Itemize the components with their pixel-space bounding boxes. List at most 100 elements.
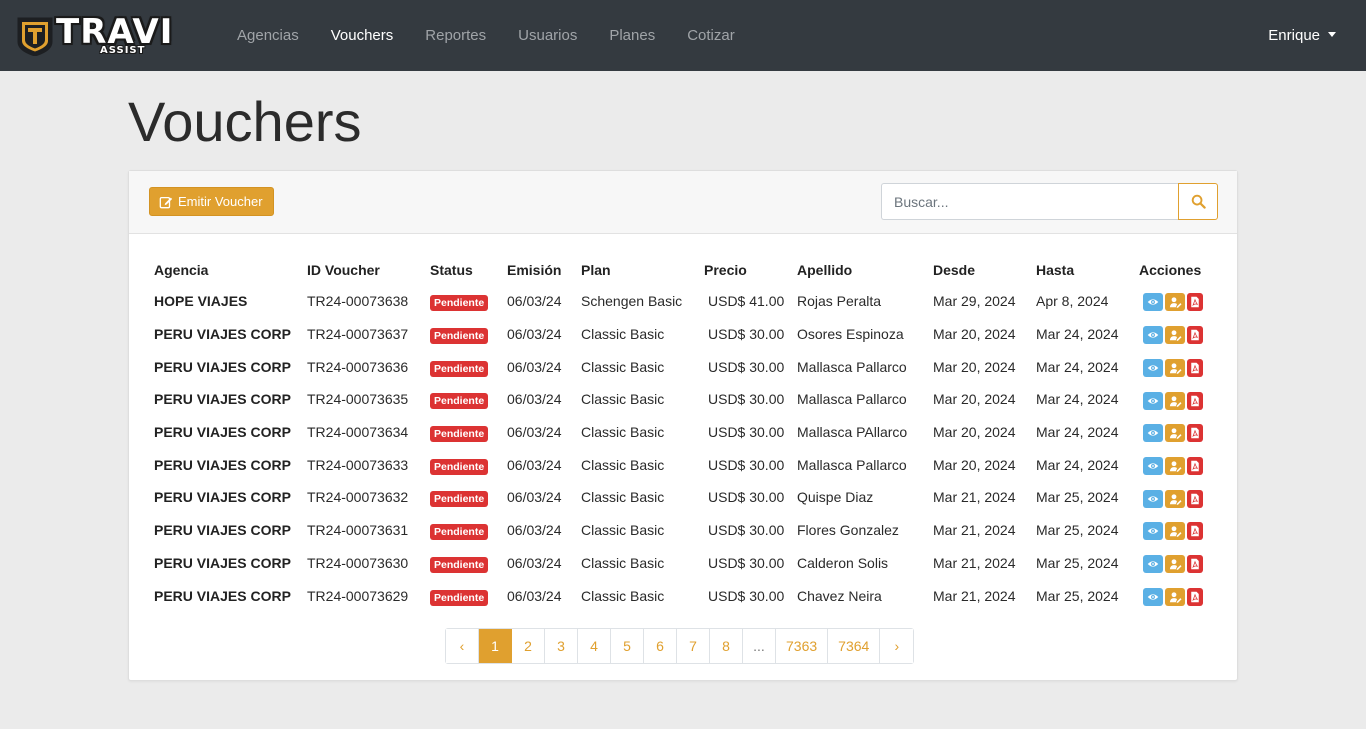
- view-voucher-button[interactable]: [1143, 391, 1163, 410]
- edit-passenger-button[interactable]: [1165, 456, 1185, 475]
- view-voucher-button[interactable]: [1143, 456, 1163, 475]
- cell-desde: Mar 20, 2024: [933, 456, 1016, 473]
- pagination-prev-button[interactable]: ‹: [446, 629, 479, 663]
- pdf-icon: [1187, 329, 1203, 341]
- search-input[interactable]: [881, 183, 1178, 220]
- download-pdf-button[interactable]: [1187, 424, 1203, 443]
- nav-vouchers[interactable]: Vouchers: [315, 27, 410, 44]
- edit-passenger-button[interactable]: [1165, 293, 1185, 312]
- pdf-icon: [1187, 460, 1203, 472]
- download-pdf-button[interactable]: [1187, 293, 1203, 312]
- nav-agencias[interactable]: Agencias: [221, 27, 315, 44]
- pagination-page[interactable]: 4: [578, 629, 611, 663]
- pagination-page[interactable]: 3: [545, 629, 578, 663]
- edit-passenger-button[interactable]: [1165, 522, 1185, 541]
- travi-assist-logo[interactable]: TRAVI ASSIST: [16, 14, 172, 58]
- nav-usuarios[interactable]: Usuarios: [502, 27, 593, 44]
- status-badge: Pendiente: [430, 556, 489, 573]
- cell-agencia: PERU VIAJES CORP: [154, 587, 291, 604]
- edit-passenger-button[interactable]: [1165, 489, 1185, 508]
- table-row: PERU VIAJES CORP TR24-00073633 Pendiente 06…: [149, 448, 1224, 481]
- cell-desde: Mar 20, 2024: [933, 358, 1016, 375]
- eye-icon: [1143, 460, 1163, 472]
- view-voucher-button[interactable]: [1143, 522, 1163, 541]
- table-row: PERU VIAJES CORP TR24-00073630 Pendiente 06…: [149, 547, 1224, 580]
- pagination-page[interactable]: 6: [644, 629, 677, 663]
- pdf-icon: [1187, 427, 1203, 439]
- table-row: PERU VIAJES CORP TR24-00073637 Pendiente 06…: [149, 318, 1224, 351]
- user-edit-icon: [1165, 525, 1185, 538]
- eye-icon: [1143, 395, 1163, 407]
- table-row: PERU VIAJES CORP TR24-00073635 Pendiente 06…: [149, 383, 1224, 416]
- edit-passenger-button[interactable]: [1165, 391, 1185, 410]
- view-voucher-button[interactable]: [1143, 293, 1163, 312]
- download-pdf-button[interactable]: [1187, 358, 1203, 377]
- eye-icon: [1143, 558, 1163, 570]
- edit-passenger-button[interactable]: [1165, 587, 1185, 606]
- edit-passenger-button[interactable]: [1165, 358, 1185, 377]
- cell-id-voucher: TR24-00073635: [307, 391, 409, 408]
- cell-hasta: Mar 24, 2024: [1036, 358, 1119, 375]
- cell-acciones: [1134, 514, 1224, 547]
- pagination-page[interactable]: 2: [512, 629, 545, 663]
- search-button[interactable]: [1178, 183, 1218, 220]
- nav-planes[interactable]: Planes: [593, 27, 671, 44]
- cell-agencia: PERU VIAJES CORP: [154, 358, 291, 375]
- download-pdf-button[interactable]: [1187, 391, 1203, 410]
- cell-hasta: Mar 25, 2024: [1036, 587, 1119, 604]
- pagination-page[interactable]: 8: [710, 629, 743, 663]
- pagination-page[interactable]: 5: [611, 629, 644, 663]
- header-apellido: Apellido: [797, 262, 853, 278]
- table-row: PERU VIAJES CORP TR24-00073629 Pendiente 06…: [149, 579, 1224, 612]
- cell-acciones: [1134, 350, 1224, 383]
- emitir-voucher-button[interactable]: Emitir Voucher: [149, 187, 274, 216]
- eye-icon: [1143, 493, 1163, 505]
- edit-passenger-button[interactable]: [1165, 554, 1185, 573]
- user-menu-dropdown[interactable]: Enrique: [1268, 0, 1336, 71]
- view-voucher-button[interactable]: [1143, 489, 1163, 508]
- download-pdf-button[interactable]: [1187, 587, 1203, 606]
- view-voucher-button[interactable]: [1143, 554, 1163, 573]
- nav-reportes[interactable]: Reportes: [409, 27, 502, 44]
- cell-acciones: [1134, 579, 1224, 612]
- cell-apellido: Flores Gonzalez: [797, 522, 899, 539]
- cell-plan: Classic Basic: [581, 456, 665, 473]
- view-voucher-button[interactable]: [1143, 424, 1163, 443]
- edit-icon: [159, 196, 173, 208]
- header-id-voucher: ID Voucher: [307, 262, 380, 278]
- download-pdf-button[interactable]: [1187, 522, 1203, 541]
- cell-agencia: PERU VIAJES CORP: [154, 326, 291, 343]
- cell-precio: USD$ 30.00: [708, 587, 785, 604]
- cell-id-voucher: TR24-00073631: [307, 522, 409, 539]
- cell-emision: 06/03/24: [507, 326, 562, 343]
- pagination-page[interactable]: 7364: [828, 629, 881, 663]
- download-pdf-button[interactable]: [1187, 326, 1203, 345]
- header-acciones: Acciones: [1139, 262, 1202, 278]
- view-voucher-button[interactable]: [1143, 587, 1163, 606]
- cell-plan: Classic Basic: [581, 424, 665, 441]
- nav-cotizar[interactable]: Cotizar: [671, 27, 751, 44]
- pagination-page[interactable]: 1: [479, 629, 512, 663]
- pagination-page[interactable]: 7: [677, 629, 710, 663]
- cell-emision: 06/03/24: [507, 424, 562, 441]
- cell-hasta: Mar 25, 2024: [1036, 489, 1119, 506]
- view-voucher-button[interactable]: [1143, 326, 1163, 345]
- edit-passenger-button[interactable]: [1165, 424, 1185, 443]
- cell-precio: USD$ 30.00: [708, 358, 785, 375]
- download-pdf-button[interactable]: [1187, 554, 1203, 573]
- view-voucher-button[interactable]: [1143, 358, 1163, 377]
- pagination-next-button[interactable]: ›: [880, 629, 914, 663]
- download-pdf-button[interactable]: [1187, 489, 1203, 508]
- cell-plan: Classic Basic: [581, 391, 665, 408]
- user-edit-icon: [1165, 493, 1185, 505]
- edit-passenger-button[interactable]: [1165, 326, 1185, 345]
- cell-status: Pendiente: [425, 481, 502, 514]
- header-desde: Desde: [933, 262, 976, 278]
- status-badge: Pendiente: [430, 491, 489, 508]
- eye-icon: [1143, 525, 1163, 537]
- download-pdf-button[interactable]: [1187, 456, 1203, 475]
- cell-plan: Schengen Basic: [581, 293, 683, 310]
- header-hasta: Hasta: [1036, 262, 1075, 278]
- main-nav: Agencias Vouchers Reportes Usuarios Plan…: [221, 0, 751, 71]
- pagination-page[interactable]: 7363: [776, 629, 829, 663]
